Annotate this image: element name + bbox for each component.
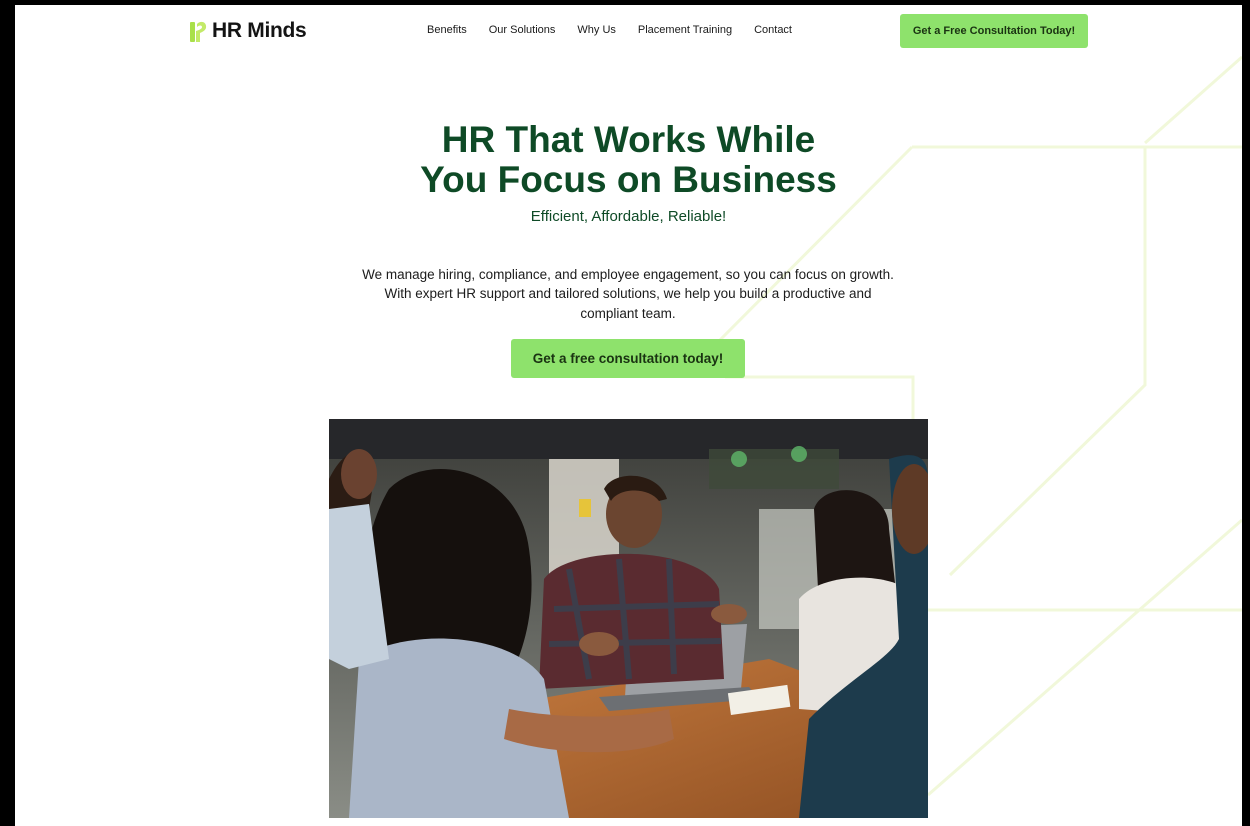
nav-link-why-us[interactable]: Why Us <box>577 24 616 36</box>
header-consultation-button[interactable]: Get a Free Consultation Today! <box>900 14 1088 48</box>
nav-link-contact[interactable]: Contact <box>754 24 792 36</box>
team-meeting-photo <box>329 419 928 818</box>
hero-subtitle: Efficient, Affordable, Reliable! <box>530 208 727 225</box>
main-nav: Benefits Our Solutions Why Us Placement … <box>427 24 792 36</box>
page: HR Minds Benefits Our Solutions Why Us P… <box>15 5 1242 826</box>
hero-title-line-1: HR That Works While <box>441 119 816 160</box>
hero-title-line-2: You Focus on Business <box>420 159 837 200</box>
nav-link-our-solutions[interactable]: Our Solutions <box>489 24 556 36</box>
hero-title: HR That Works While You Focus on Busines… <box>15 120 1242 200</box>
brand-name: HR Minds <box>212 19 307 42</box>
brand-logo[interactable]: HR Minds <box>190 19 307 43</box>
nav-link-benefits[interactable]: Benefits <box>427 24 467 36</box>
hero-consultation-button[interactable]: Get a free consultation today! <box>511 339 745 378</box>
hero-description: We manage hiring, compliance, and employ… <box>362 266 894 321</box>
nav-link-placement-training[interactable]: Placement Training <box>638 24 732 36</box>
hr-minds-logo-icon <box>190 21 207 42</box>
